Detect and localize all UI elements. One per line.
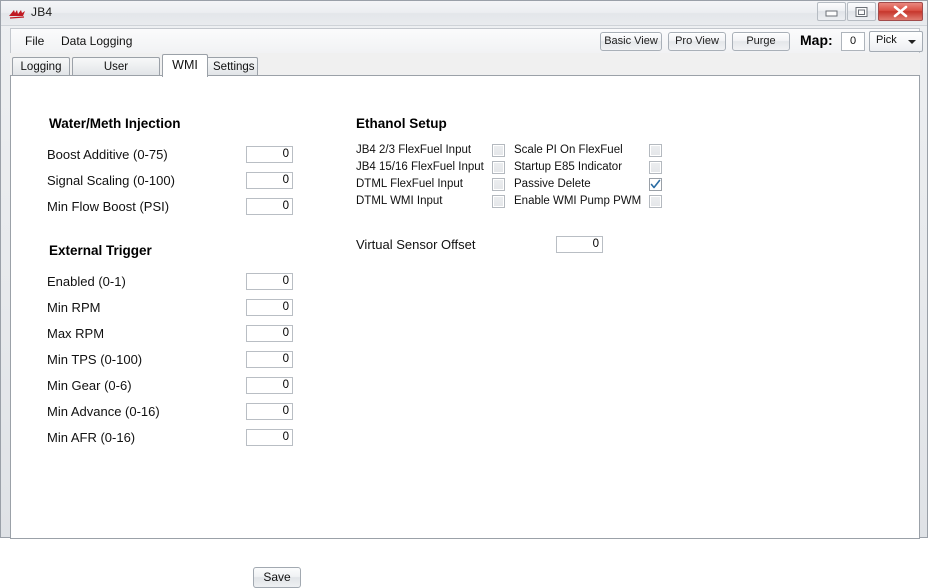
pro-view-button[interactable]: Pro View — [668, 32, 726, 51]
application-window: JB4 File Data Logging Basic View Pro Vie… — [0, 0, 928, 588]
input-signal-scaling[interactable]: 0 — [246, 172, 293, 189]
pick-dropdown[interactable]: Pick — [869, 31, 923, 52]
chevron-down-icon — [908, 40, 916, 44]
input-min-afr[interactable]: 0 — [246, 429, 293, 446]
tab-strip: Logging User Adjustment WMI Settings — [10, 53, 920, 91]
maximize-icon[interactable] — [847, 2, 876, 21]
tab-wmi[interactable]: WMI — [162, 54, 208, 77]
tab-host: Logging User Adjustment WMI Settings Wat… — [10, 53, 920, 588]
label-min-afr: Min AFR (0-16) — [47, 430, 136, 445]
check-icon — [650, 179, 661, 189]
pick-dropdown-label: Pick — [876, 34, 897, 46]
input-min-flow-boost[interactable]: 0 — [246, 198, 293, 215]
label-boost-additive: Boost Additive (0-75) — [47, 147, 168, 162]
label-virtual-sensor-offset: Virtual Sensor Offset — [356, 237, 476, 252]
jb4-logo-icon — [8, 7, 26, 21]
checkbox-jb4-1516-flexfuel-input[interactable] — [492, 161, 505, 174]
label-scale-pi-on-flexfuel: Scale PI On FlexFuel — [514, 144, 623, 156]
title-bar: JB4 — [1, 1, 927, 26]
label-min-advance: Min Advance (0-16) — [47, 404, 160, 419]
label-min-flow-boost: Min Flow Boost (PSI) — [47, 199, 170, 214]
close-icon[interactable] — [878, 2, 923, 21]
checkbox-startup-e85-indicator[interactable] — [649, 161, 662, 174]
input-min-rpm[interactable]: 0 — [246, 299, 293, 316]
ethanol-section-title: Ethanol Setup — [356, 116, 447, 131]
save-button[interactable]: Save — [253, 567, 301, 588]
label-dtml-flexfuel-input: DTML FlexFuel Input — [356, 178, 463, 190]
tab-logging[interactable]: Logging — [12, 57, 70, 76]
minimize-icon[interactable] — [817, 2, 846, 21]
checkbox-enable-wmi-pump-pwm[interactable] — [649, 195, 662, 208]
input-boost-additive[interactable]: 0 — [246, 146, 293, 163]
menu-file[interactable]: File — [21, 33, 48, 49]
map-value-input[interactable]: 0 — [841, 32, 865, 51]
menu-bar: File Data Logging Basic View Pro View Pu… — [10, 28, 923, 53]
basic-view-button[interactable]: Basic View — [600, 32, 662, 51]
input-min-gear[interactable]: 0 — [246, 377, 293, 394]
checkbox-scale-pi-on-flexfuel[interactable] — [649, 144, 662, 157]
label-jb4-1516-flexfuel-input: JB4 15/16 FlexFuel Input — [356, 161, 484, 173]
menu-data-logging[interactable]: Data Logging — [57, 33, 136, 49]
tab-settings[interactable]: Settings — [206, 57, 258, 76]
label-jb4-23-flexfuel-input: JB4 2/3 FlexFuel Input — [356, 144, 472, 156]
input-virtual-sensor-offset[interactable]: 0 — [556, 236, 603, 253]
input-min-advance[interactable]: 0 — [246, 403, 293, 420]
external-trigger-section-title: External Trigger — [49, 243, 152, 258]
tab-panel-wmi: Water/Meth Injection Boost Additive (0-7… — [10, 75, 920, 588]
tab-user-adjustment[interactable]: User Adjustment — [72, 57, 160, 91]
label-min-tps: Min TPS (0-100) — [47, 352, 143, 367]
label-signal-scaling: Signal Scaling (0-100) — [47, 173, 175, 188]
wmi-section-title: Water/Meth Injection — [49, 116, 181, 131]
purge-button[interactable]: Purge — [732, 32, 790, 51]
input-min-tps[interactable]: 0 — [246, 351, 293, 368]
input-max-rpm[interactable]: 0 — [246, 325, 293, 342]
label-passive-delete: Passive Delete — [514, 178, 591, 190]
input-enabled[interactable]: 0 — [246, 273, 293, 290]
checkbox-dtml-wmi-input[interactable] — [492, 195, 505, 208]
label-min-gear: Min Gear (0-6) — [47, 378, 132, 393]
label-startup-e85-indicator: Startup E85 Indicator — [514, 161, 623, 173]
checkbox-passive-delete[interactable] — [649, 178, 662, 191]
checkbox-dtml-flexfuel-input[interactable] — [492, 178, 505, 191]
label-min-rpm: Min RPM — [47, 300, 101, 315]
checkbox-jb4-23-flexfuel-input[interactable] — [492, 144, 505, 157]
window-title: JB4 — [31, 5, 53, 19]
label-max-rpm: Max RPM — [47, 326, 105, 341]
label-dtml-wmi-input: DTML WMI Input — [356, 195, 443, 207]
label-enabled: Enabled (0-1) — [47, 274, 126, 289]
label-enable-wmi-pump-pwm: Enable WMI Pump PWM — [514, 195, 642, 207]
map-label: Map: — [800, 32, 833, 48]
